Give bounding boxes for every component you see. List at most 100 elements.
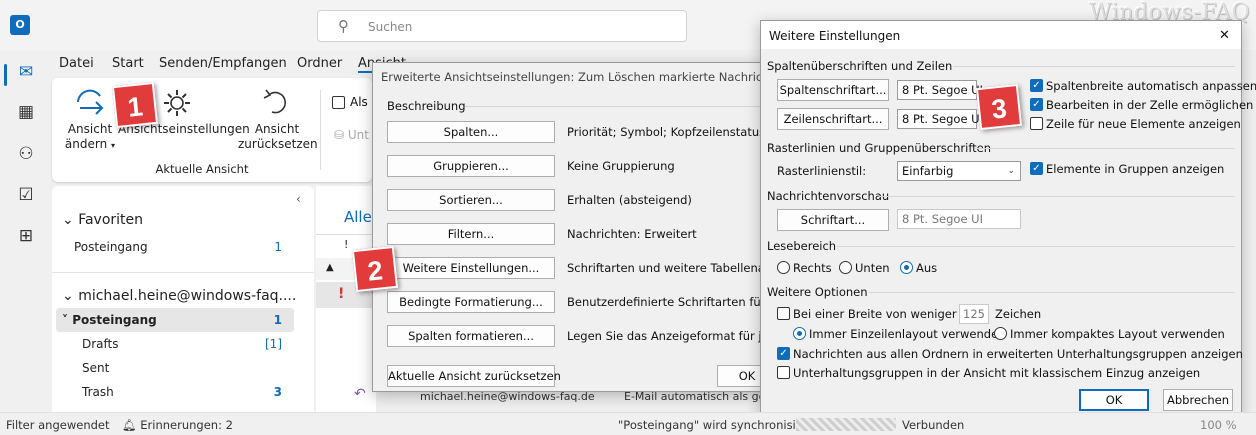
section-line: [869, 292, 1235, 293]
folder-sent[interactable]: Sent: [82, 361, 109, 375]
compact-layout-radio[interactable]: [994, 327, 1007, 340]
status-bar: Filter angewendet 🔔︎ Erinnerungen: 2 "Po…: [0, 412, 1256, 435]
favorites-header[interactable]: ⌄ Favoriten: [62, 212, 143, 228]
sort-button[interactable]: Sortieren...: [387, 189, 555, 211]
gridline-style-select[interactable]: Einfarbig ⌄: [897, 161, 1021, 181]
new-item-row-label: Zeile für neue Elemente anzeigen: [1046, 117, 1241, 131]
calendar-icon[interactable]: ▦: [14, 102, 38, 124]
reminders-status[interactable]: 🔔︎ Erinnerungen: 2: [122, 418, 233, 432]
columns-rows-section: Spaltenüberschriften und Zeilen: [767, 59, 953, 73]
single-line-label: Immer Einzeilenlayout verwenden: [809, 327, 1006, 341]
unt-label: ⛁ Unt: [334, 128, 369, 142]
navigation-rail: ✉ ▦ ⚇ ☑ ⊞: [0, 50, 52, 412]
tasks-icon[interactable]: ☑: [14, 185, 38, 207]
width-threshold-input[interactable]: 125: [959, 304, 989, 324]
columns-button[interactable]: Spalten...: [387, 121, 555, 143]
sort-desc: Erhalten (absteigend): [567, 193, 692, 207]
filter-button[interactable]: Filtern...: [387, 223, 555, 245]
dialog1-section-line: [465, 106, 765, 107]
filter-status: Filter angewendet: [6, 418, 110, 432]
more-settings-button[interactable]: Weitere Einstellungen...: [387, 257, 555, 279]
mail-icon[interactable]: ✉: [14, 62, 38, 84]
in-cell-edit-label: Bearbeiten in der Zelle ermöglichen: [1046, 98, 1254, 112]
width-threshold-checkbox[interactable]: [777, 307, 790, 320]
tab-alle[interactable]: Alle: [344, 208, 372, 226]
reading-off-radio[interactable]: [900, 261, 913, 274]
reset-view-icon: [263, 89, 286, 114]
preview-section: Nachrichtenvorschau: [767, 189, 890, 203]
account-header[interactable]: ⌄ michael.heine@windows-faq....: [62, 288, 296, 304]
sync-progress-bar: [796, 418, 896, 431]
mail-list: Alle ! ▲ ! ↶: [316, 186, 376, 412]
reset-view-button[interactable]: Ansicht zurücksetzen: [238, 122, 318, 152]
auto-column-width-checkbox[interactable]: ✓: [1030, 79, 1043, 92]
folder-inbox[interactable]: ˅ Posteingang: [62, 313, 157, 327]
in-cell-edit-checkbox[interactable]: ✓: [1030, 98, 1043, 111]
column-font-button[interactable]: Spaltenschriftart...: [777, 79, 889, 101]
dialog2-cancel-button[interactable]: Abbrechen: [1163, 389, 1233, 411]
close-icon[interactable]: ✕: [1219, 28, 1230, 43]
more-settings-dialog: Weitere Einstellungen ✕ Spaltenüberschri…: [760, 20, 1256, 416]
sync-status: "Posteingang" wird synchronisiert.: [618, 418, 816, 432]
column-font-value: 8 Pt. Segoe UI: [897, 80, 983, 100]
change-view-label-1: Ansicht: [67, 122, 113, 136]
tab-start[interactable]: Start: [112, 56, 144, 71]
gear-icon: [164, 90, 190, 116]
format-columns-button[interactable]: Spalten formatieren...: [387, 325, 555, 347]
format-columns-desc: Legen Sie das Anzeigeformat für jedes: [567, 329, 790, 343]
group-by-button[interactable]: Gruppieren...: [387, 155, 555, 177]
more-options-section: Weitere Optionen: [767, 285, 868, 299]
classic-indent-checkbox[interactable]: [777, 366, 790, 379]
compact-layout-label: Immer kompaktes Layout verwenden: [1010, 327, 1225, 341]
section-line: [975, 148, 1235, 149]
reset-view-label-1: Ansicht: [254, 122, 300, 136]
row-font-value: 8 Pt. Segoe UI: [897, 109, 983, 129]
search-input[interactable]: ⚲ Suchen: [317, 10, 687, 42]
dialog2-ok-button[interactable]: OK: [1079, 389, 1149, 411]
folder-trash[interactable]: Trash: [82, 385, 114, 399]
reply-icon: ↶: [354, 386, 366, 402]
high-importance-icon: !: [338, 286, 345, 302]
reading-off-label: Aus: [916, 261, 938, 275]
reset-view-label-2: zurücksetzen: [238, 137, 318, 151]
new-item-row-checkbox[interactable]: [1030, 117, 1043, 130]
all-folders-checkbox[interactable]: ✓: [777, 347, 790, 360]
ribbon: Ansicht ändern ▾ Ansichtseinstellungen A…: [52, 78, 372, 182]
step-badge-1: 1: [111, 81, 159, 129]
als-checkbox[interactable]: [332, 96, 345, 109]
connection-status: Verbunden: [902, 418, 965, 432]
group-chevron-icon: ▲: [326, 262, 334, 273]
collapse-pane-icon[interactable]: ‹: [296, 192, 301, 206]
folder-drafts[interactable]: Drafts: [82, 337, 119, 351]
reading-bottom-label: Unten: [855, 261, 890, 275]
single-line-radio[interactable]: [793, 327, 806, 340]
folder-drafts-count: [1]: [265, 337, 282, 351]
als-label: Als: [350, 95, 368, 109]
show-in-groups-checkbox[interactable]: ✓: [1030, 162, 1043, 175]
section-line: [953, 66, 1235, 67]
filter-desc: Nachrichten: Erweitert: [567, 227, 697, 241]
preview-font-value: 8 Pt. Segoe UI: [897, 209, 1021, 229]
folder-trash-count: 3: [273, 385, 282, 399]
step-badge-3: 3: [975, 83, 1023, 131]
reading-bottom-radio[interactable]: [839, 261, 852, 274]
reading-right-radio[interactable]: [777, 261, 790, 274]
preview-font-button[interactable]: Schriftart...: [777, 209, 889, 231]
tab-senden-empfangen[interactable]: Senden/Empfangen: [159, 56, 287, 71]
fav-inbox[interactable]: Posteingang: [74, 240, 148, 254]
change-view-icon: [77, 89, 104, 115]
zoom-level: 100 %: [1200, 418, 1237, 432]
row-font-button[interactable]: Zeilenschriftart...: [777, 108, 889, 130]
search-placeholder: Suchen: [368, 20, 413, 34]
apps-icon[interactable]: ⊞: [14, 226, 38, 248]
more-settings-desc: Schriftarten und weitere Tabellenansi: [567, 261, 782, 275]
people-icon[interactable]: ⚇: [14, 144, 38, 166]
conditional-format-button[interactable]: Bedingte Formatierung...: [387, 291, 555, 313]
classic-indent-label: Unterhaltungsgruppen in der Ansicht mit …: [793, 366, 1201, 380]
tab-datei[interactable]: Datei: [59, 56, 94, 71]
reset-current-view-button[interactable]: Aktuelle Ansicht zurücksetzen: [387, 365, 561, 387]
folder-divider: [52, 272, 314, 273]
tab-ordner[interactable]: Ordner: [297, 56, 342, 71]
change-view-button[interactable]: Ansicht ändern ▾: [60, 122, 120, 153]
outlook-logo-icon: O: [10, 15, 30, 35]
